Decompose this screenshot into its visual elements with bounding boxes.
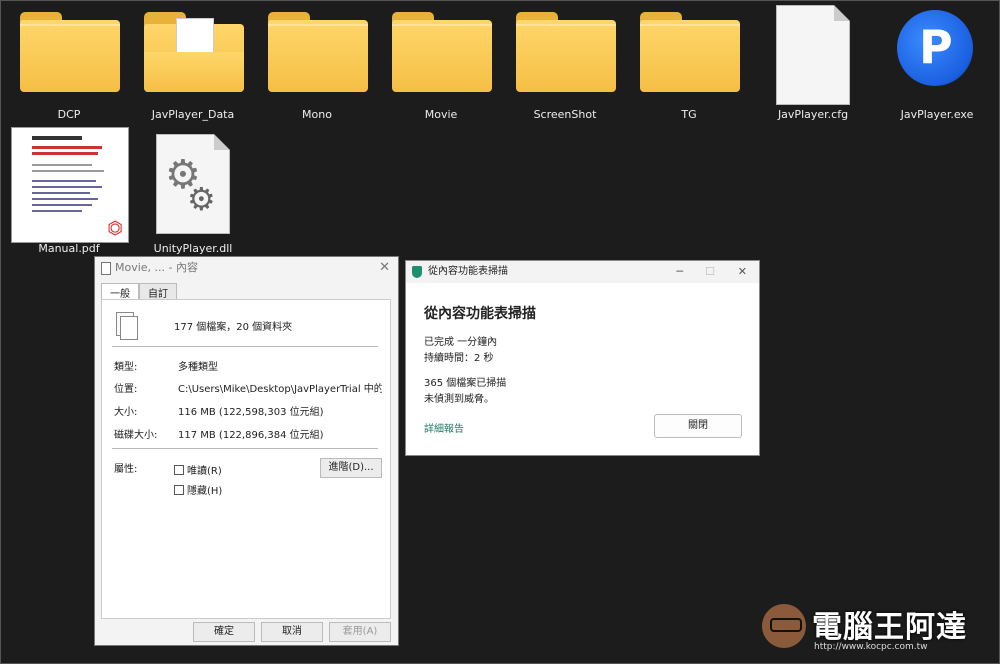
folder-movie[interactable]: Movie	[386, 0, 496, 125]
document-icon	[776, 5, 850, 105]
multiple-files-icon-front	[120, 316, 138, 340]
scan-files-count: 365 個檔案已掃描	[424, 378, 507, 389]
folder-icon	[516, 12, 616, 92]
scan-dialog: 從內容功能表掃描 ─ ☐ ✕ 從內容功能表掃描 已完成 一分鐘內 持續時間：2 …	[405, 260, 760, 456]
shield-icon	[412, 266, 422, 278]
attributes-label: 屬性:	[114, 464, 138, 475]
watermark-url: http://www.kocpc.com.tw	[814, 642, 928, 652]
folder-icon	[20, 12, 120, 92]
icon-label: TG	[681, 108, 697, 121]
divider	[112, 346, 378, 347]
file-summary: 177 個檔案，20 個資料夾	[174, 322, 293, 333]
file-unityplayer-dll[interactable]: ⚙ ⚙ UnityPlayer.dll	[138, 124, 248, 255]
scan-completed: 已完成 一分鐘內	[424, 337, 498, 348]
checkbox-icon	[174, 465, 184, 475]
document-icon	[101, 262, 111, 275]
icon-label: DCP	[57, 108, 81, 121]
icon-label: JavPlayer.exe	[900, 108, 974, 121]
folder-icon	[392, 12, 492, 92]
icon-label: JavPlayer_Data	[151, 108, 235, 121]
icon-label: ScreenShot	[533, 108, 597, 121]
folder-icon	[268, 12, 368, 92]
apply-button[interactable]: 套用(A)	[329, 622, 391, 642]
mascot-avatar	[762, 604, 806, 648]
size-on-disk-row: 磁碟大小: 117 MB (122,896,384 位元組)	[114, 430, 324, 441]
folder-screenshot[interactable]: ScreenShot	[510, 0, 620, 125]
folder-javplayer-data[interactable]: JavPlayer_Data	[138, 0, 248, 125]
divider	[112, 448, 378, 449]
properties-body: 177 個檔案，20 個資料夾 類型: 多種類型 位置: C:\Users\Mike…	[101, 299, 391, 619]
icon-label: UnityPlayer.dll	[153, 242, 233, 255]
checkbox-icon	[174, 485, 184, 495]
watermark: 電腦王阿達 http://www.kocpc.com.tw	[762, 600, 992, 658]
size-row: 大小: 116 MB (122,598,303 位元組)	[114, 407, 324, 418]
folder-dcp[interactable]: DCP	[14, 0, 124, 125]
cancel-button[interactable]: 取消	[261, 622, 323, 642]
folder-mono[interactable]: Mono	[262, 0, 372, 125]
javplayer-app-icon: P	[897, 10, 973, 86]
folder-icon	[144, 12, 244, 92]
gear-icon: ⚙	[187, 180, 216, 218]
acrobat-icon: ⏣	[107, 218, 123, 239]
icon-label: JavPlayer.cfg	[777, 108, 849, 121]
close-icon[interactable]: ✕	[379, 257, 390, 279]
properties-title: Movie, ... - 內容	[115, 261, 198, 274]
dll-document-icon: ⚙ ⚙	[156, 134, 230, 234]
pdf-thumbnail-icon: ⏣	[11, 127, 129, 243]
scan-duration: 持續時間：2 秒	[424, 353, 494, 364]
details-link[interactable]: 詳細報告	[424, 420, 464, 435]
folder-tg[interactable]: TG	[634, 0, 744, 125]
icon-label: Manual.pdf	[38, 242, 100, 255]
ok-button[interactable]: 確定	[193, 622, 255, 642]
advanced-button[interactable]: 進階(D)...	[320, 458, 382, 478]
folder-icon	[640, 12, 740, 92]
file-javplayer-cfg[interactable]: JavPlayer.cfg	[758, 0, 868, 125]
file-javplayer-exe[interactable]: P JavPlayer.exe	[882, 0, 992, 125]
scan-result: 未偵測到威脅。	[424, 394, 494, 405]
scan-title: 從內容功能表掃描	[428, 266, 508, 277]
maximize-icon[interactable]: ☐	[705, 261, 715, 283]
properties-tabs: 一般 自訂	[101, 283, 177, 302]
properties-titlebar: Movie, ... - 內容 ✕	[95, 257, 398, 279]
close-button[interactable]: 關閉	[654, 414, 742, 438]
hidden-checkbox[interactable]: 隱藏(H)	[174, 482, 222, 497]
readonly-checkbox[interactable]: 唯讀(R)	[174, 462, 222, 477]
location-row: 位置: C:\Users\Mike\Desktop\JavPlayerTrial …	[114, 384, 382, 395]
close-icon[interactable]: ✕	[738, 261, 747, 283]
scan-heading: 從內容功能表掃描	[424, 306, 536, 322]
scan-titlebar: 從內容功能表掃描 ─ ☐ ✕	[406, 261, 759, 283]
icon-label: Mono	[302, 108, 332, 121]
minimize-icon[interactable]: ─	[676, 261, 683, 283]
properties-dialog: Movie, ... - 內容 ✕ 一般 自訂 177 個檔案，20 個資料夾 類…	[94, 256, 399, 646]
watermark-brand: 電腦王阿達	[812, 610, 967, 645]
file-manual-pdf[interactable]: ⏣ Manual.pdf	[11, 124, 129, 255]
type-row: 類型: 多種類型	[114, 362, 218, 373]
icon-label: Movie	[424, 108, 458, 121]
